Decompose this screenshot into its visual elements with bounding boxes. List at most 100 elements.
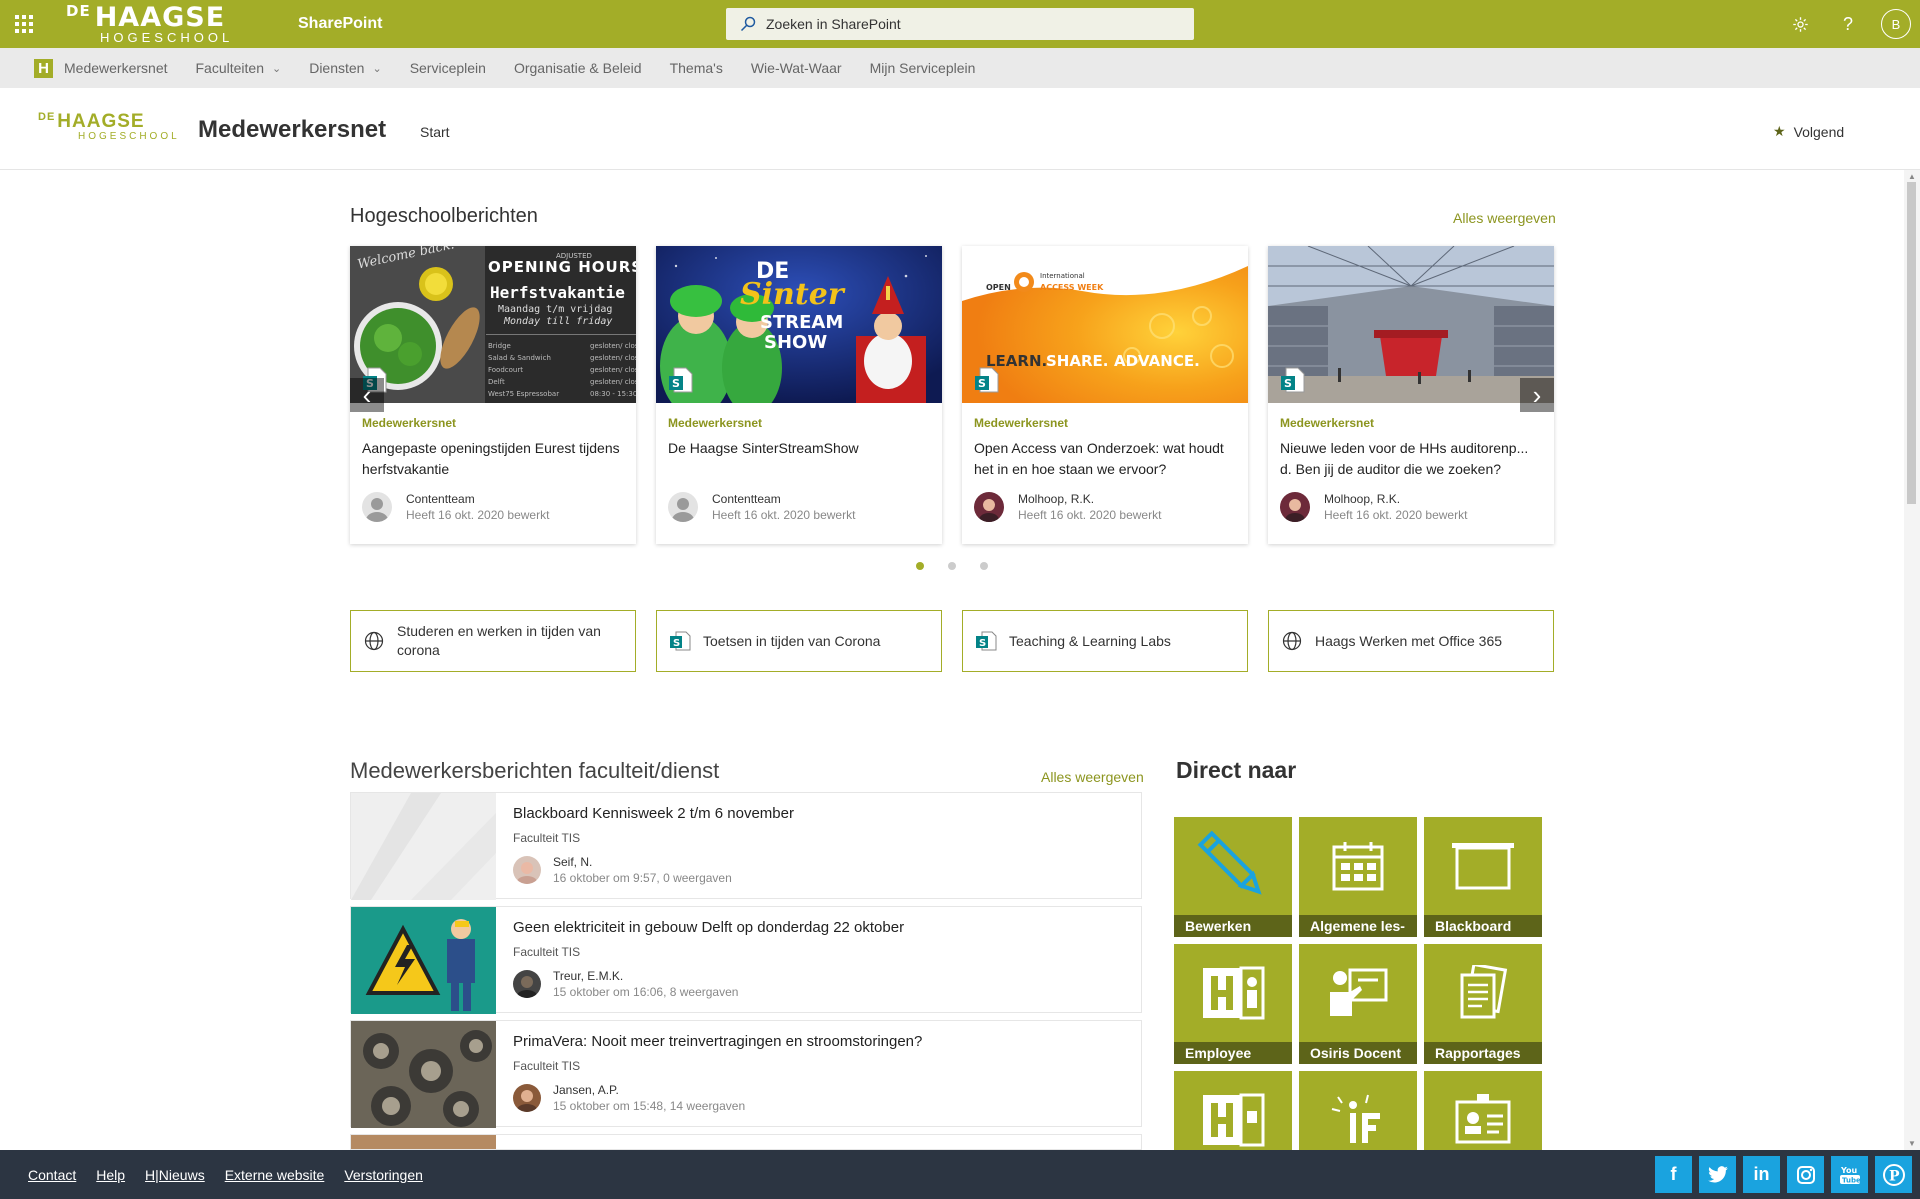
list-item[interactable] — [350, 1134, 1142, 1150]
svg-text:gesloten/ closed: gesloten/ closed — [590, 342, 636, 350]
settings-button[interactable] — [1776, 0, 1824, 48]
quicklink-label: Studeren en werken in tijden van corona — [397, 623, 601, 658]
page-scrollbar[interactable]: ▲ ▼ — [1904, 170, 1920, 1150]
scrollbar-thumb[interactable] — [1907, 182, 1916, 504]
hubnav-mijn-serviceplein[interactable]: Mijn Serviceplein — [870, 60, 976, 76]
tile-partial[interactable] — [1424, 1071, 1542, 1150]
list-item-thumbnail — [351, 1021, 496, 1128]
svg-text:Salad & Sandwich: Salad & Sandwich — [488, 354, 551, 362]
news-card[interactable]: S Medewerkersnet Nieuwe leden voor de HH… — [1268, 246, 1554, 544]
waffle-icon — [15, 15, 33, 33]
quicklink-studeren-werken-corona[interactable]: Studeren en werken in tijden van corona — [350, 610, 636, 672]
news-card-title[interactable]: Aangepaste openingstijden Eurest tijdens… — [362, 438, 624, 480]
sharepoint-link[interactable]: SharePoint — [298, 15, 382, 33]
list-item[interactable]: Geen elektriciteit in gebouw Delft op do… — [350, 906, 1142, 1014]
news-card-image — [1268, 246, 1554, 403]
tile-label: Osiris Docent — [1299, 1042, 1417, 1064]
news-card-title[interactable]: Nieuwe leden voor de HHs auditorenp... d… — [1280, 438, 1542, 480]
youtube-icon[interactable]: You Tube — [1831, 1156, 1868, 1193]
carousel-prev-button[interactable]: ‹ — [350, 378, 384, 412]
staffnews-see-all-link[interactable]: Alles weergeven — [1041, 769, 1144, 785]
account-button[interactable]: B — [1872, 0, 1920, 48]
linkedin-icon[interactable]: in — [1743, 1156, 1780, 1193]
hub-logo-icon[interactable]: H — [34, 58, 53, 78]
svg-text:S: S — [672, 377, 680, 390]
carousel-dot[interactable] — [916, 562, 924, 570]
list-item-faculty: Faculteit TIS — [513, 1059, 581, 1073]
tile-osiris-docent[interactable]: Osiris Docent — [1299, 944, 1417, 1064]
list-item-thumbnail — [351, 907, 496, 1014]
author-meta: 16 oktober om 9:57, 0 weergaven — [553, 871, 732, 885]
help-button[interactable]: ? — [1824, 0, 1872, 48]
scroll-down-icon: ▼ — [1908, 1139, 1916, 1148]
footer-link-help[interactable]: Help — [96, 1167, 125, 1183]
tile-label: Rapportages — [1424, 1042, 1542, 1064]
carousel-pager — [916, 562, 988, 570]
footer-link-hnieuws[interactable]: H|Nieuws — [145, 1167, 205, 1183]
author-photo — [974, 492, 1004, 522]
instagram-icon[interactable] — [1787, 1156, 1824, 1193]
svg-text:Foodcourt: Foodcourt — [488, 366, 523, 374]
logo-hogeschool: HOGESCHOOL — [100, 30, 234, 45]
app-launcher-button[interactable] — [0, 0, 48, 48]
site-nav-start[interactable]: Start — [420, 124, 450, 140]
tile-label: Algemene les- — [1299, 915, 1417, 937]
news-card-title[interactable]: Open Access van Onderzoek: wat houdt het… — [974, 438, 1236, 480]
list-item-title[interactable]: Geen elektriciteit in gebouw Delft op do… — [513, 919, 904, 936]
list-item-title[interactable]: PrimaVera: Nooit meer treinvertragingen … — [513, 1033, 922, 1050]
search-input[interactable]: Zoeken in SharePoint — [726, 8, 1194, 40]
quicklink-toetsen-corona[interactable]: S Toetsen in tijden van Corona — [656, 610, 942, 672]
default-avatar-icon — [668, 492, 698, 522]
sharepoint-page-icon: S — [669, 367, 693, 393]
author-name: Molhoop, R.K. — [1018, 492, 1095, 506]
quicklink-haags-werken-office365[interactable]: Haags Werken met Office 365 — [1268, 610, 1554, 672]
tile-blackboard[interactable]: Blackboard — [1424, 817, 1542, 937]
tile-bewerken[interactable]: Bewerken — [1174, 817, 1292, 937]
hubnav-diensten[interactable]: Diensten ⌄ — [309, 60, 381, 76]
follow-label: Volgend — [1793, 123, 1845, 140]
list-item[interactable]: PrimaVera: Nooit meer treinvertragingen … — [350, 1020, 1142, 1128]
tile-employee[interactable]: Employee — [1174, 944, 1292, 1064]
carousel-dot[interactable] — [948, 562, 956, 570]
twitter-icon[interactable] — [1699, 1156, 1736, 1193]
news-card[interactable]: International OPEN ACCESS WEEK LEARN. SH… — [962, 246, 1248, 544]
news-see-all-link[interactable]: Alles weergeven — [1453, 210, 1556, 226]
quicklink-teaching-learning-labs[interactable]: S Teaching & Learning Labs — [962, 610, 1248, 672]
news-card[interactable]: Welcome back! ADJUSTED OPENING HOURS Her… — [350, 246, 636, 544]
tile-partial[interactable] — [1299, 1071, 1417, 1150]
tile-partial[interactable] — [1174, 1071, 1292, 1150]
pinterest-icon[interactable]: P — [1875, 1156, 1912, 1193]
tile-algemene-les[interactable]: Algemene les- — [1299, 817, 1417, 937]
card3-img-text: ACCESS WEEK — [1040, 283, 1104, 292]
follow-button[interactable]: ★ Volgend — [1773, 123, 1844, 140]
list-item[interactable]: Blackboard Kennisweek 2 t/m 6 november F… — [350, 792, 1142, 900]
avatar: B — [1881, 9, 1911, 39]
carousel-next-button[interactable]: › — [1520, 378, 1554, 412]
hubnav-serviceplein[interactable]: Serviceplein — [410, 60, 486, 76]
hubnav-medewerkersnet[interactable]: Medewerkersnet — [64, 60, 168, 76]
news-card-image: Welcome back! ADJUSTED OPENING HOURS Her… — [350, 246, 636, 403]
list-item-title[interactable]: Blackboard Kennisweek 2 t/m 6 november — [513, 805, 794, 822]
news-card[interactable]: DE Sinter STREAM SHOW S Medewerkersnet D… — [656, 246, 942, 544]
facebook-icon[interactable]: f — [1655, 1156, 1692, 1193]
hubnav-faculteiten[interactable]: Faculteiten ⌄ — [196, 60, 282, 76]
site-title[interactable]: Medewerkersnet — [198, 116, 386, 144]
author-name: Jansen, A.P. — [553, 1083, 619, 1097]
svg-text:08:30 - 15:30: 08:30 - 15:30 — [590, 390, 636, 398]
hubnav-label: Medewerkersnet — [64, 60, 168, 76]
site-header: DE HAAGSE HOGESCHOOL Medewerkersnet Start… — [0, 88, 1920, 170]
news-card-title[interactable]: De Haagse SinterStreamShow — [668, 438, 930, 459]
hubnav-wie-wat-waar[interactable]: Wie-Wat-Waar — [751, 60, 842, 76]
footer-link-externe-website[interactable]: Externe website — [225, 1167, 325, 1183]
tile-rapportages[interactable]: Rapportages — [1424, 944, 1542, 1064]
site-logo[interactable]: DE HAAGSE HOGESCHOOL — [38, 112, 180, 142]
hubnav-organisatie[interactable]: Organisatie & Beleid — [514, 60, 642, 76]
hhs-logo[interactable]: DE HAAGSE HOGESCHOOL — [66, 4, 256, 45]
hubnav-themas[interactable]: Thema's — [670, 60, 723, 76]
footer-link-contact[interactable]: Contact — [28, 1167, 76, 1183]
carousel-dot[interactable] — [980, 562, 988, 570]
news-card-author: Molhoop, R.K. Heeft 16 okt. 2020 bewerkt — [1280, 492, 1467, 522]
help-icon: ? — [1842, 13, 1853, 34]
footer-link-verstoringen[interactable]: Verstoringen — [344, 1167, 423, 1183]
author-meta: 15 oktober om 16:06, 8 weergaven — [553, 985, 739, 999]
